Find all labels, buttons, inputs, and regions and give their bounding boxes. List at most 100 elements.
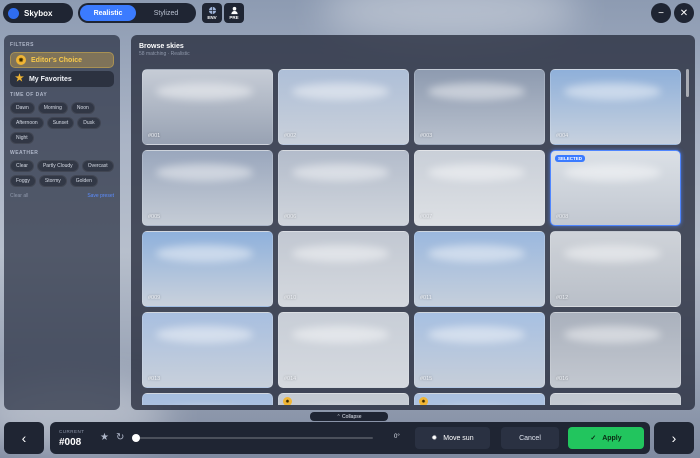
env-button[interactable]: ENV: [202, 3, 222, 23]
sky-tile[interactable]: #013: [142, 312, 273, 388]
browse-subtitle: 58 matching · Realistic: [139, 51, 190, 57]
sky-tile[interactable]: #011: [414, 231, 545, 307]
sky-tile[interactable]: #006: [278, 150, 409, 226]
weather-chip[interactable]: Clear: [10, 160, 34, 172]
clear-all-link[interactable]: Clear all: [10, 193, 28, 199]
sky-tile-label: #008: [556, 214, 569, 220]
filters-sidebar: FILTERS ✸ Editor's Choice ★ My Favorites…: [4, 35, 120, 410]
apply-button[interactable]: ✓ Apply: [568, 427, 644, 449]
time-of-day-chips: Dawn Morning Noon Afternoon Sunset Dusk Night: [10, 102, 114, 144]
time-of-day-chip[interactable]: Night: [10, 132, 34, 144]
cloud-streak: [427, 164, 525, 181]
sky-tile[interactable]: #014: [278, 312, 409, 388]
sky-tile-label: #006: [284, 214, 297, 220]
sky-tile[interactable]: #001: [142, 69, 273, 145]
cloud-streak: [155, 164, 253, 181]
sky-tile-label: #001: [148, 133, 161, 139]
weather-chip[interactable]: Stormy: [38, 175, 67, 187]
cloud-streak: [291, 164, 389, 181]
close-icon: ✕: [679, 7, 689, 19]
rotation-degrees: 0°: [394, 434, 400, 440]
cloud-streak: [291, 245, 389, 262]
mode-stylized-button[interactable]: Stylized: [138, 5, 194, 21]
sky-tile[interactable]: #016: [550, 312, 681, 388]
sky-tile[interactable]: ✸: [278, 393, 409, 405]
globe-icon: [208, 6, 216, 15]
star-icon: ★: [15, 73, 24, 84]
sky-tile[interactable]: [550, 393, 681, 405]
cloud-streak: [563, 245, 661, 262]
cancel-button[interactable]: Cancel: [501, 427, 559, 449]
badge-icon: ✸: [16, 55, 26, 65]
top-bar: Skybox Realistic Stylized ENV PRE − ✕: [0, 0, 700, 26]
sky-tile[interactable]: #002: [278, 69, 409, 145]
minimize-button[interactable]: −: [651, 3, 671, 23]
env-label: ENV: [207, 15, 217, 20]
sky-tile[interactable]: #007: [414, 150, 545, 226]
check-icon: ✓: [590, 435, 597, 442]
cloud-streak: [427, 326, 525, 343]
browse-title: Browse skies: [139, 43, 184, 50]
time-of-day-chip[interactable]: Morning: [37, 102, 68, 114]
slider-thumb[interactable]: [132, 434, 140, 442]
sky-tile[interactable]: #010: [278, 231, 409, 307]
sky-tile[interactable]: #005: [142, 150, 273, 226]
sky-tile[interactable]: #012: [550, 231, 681, 307]
chevron-right-icon: ›: [671, 430, 677, 446]
editors-choice-button[interactable]: ✸ Editor's Choice: [10, 52, 114, 68]
weather-heading: WEATHER: [10, 150, 39, 156]
time-of-day-chip[interactable]: Noon: [70, 102, 95, 114]
weather-chips: Clear Partly Cloudy Overcast Foggy Stormy Gol…: [10, 160, 114, 187]
time-of-day-heading: TIME OF DAY: [10, 92, 48, 98]
bottom-bar: CURRENT #008 ★ ↻ 0° ✹ Move sun Cancel ✓ …: [50, 422, 650, 454]
sky-tile[interactable]: #009: [142, 231, 273, 307]
time-of-day-chip[interactable]: Dusk: [77, 117, 101, 129]
filters-heading: FILTERS: [10, 42, 34, 48]
grid-scrollbar[interactable]: [686, 69, 689, 405]
time-of-day-chip[interactable]: Sunset: [46, 117, 75, 129]
collapse-button[interactable]: ⌃ Collapse: [310, 412, 388, 421]
sky-tile-label: #007: [420, 214, 433, 220]
save-preset-link[interactable]: Save preset: [87, 193, 114, 199]
sky-tile-label: #016: [556, 376, 569, 382]
next-button[interactable]: ›: [654, 422, 694, 454]
sky-tile[interactable]: #003: [414, 69, 545, 145]
previous-button[interactable]: ‹: [4, 422, 44, 454]
cloud-streak: [427, 83, 525, 100]
cloud-streak: [427, 245, 525, 262]
app-title-pill[interactable]: Skybox: [3, 3, 73, 23]
app-logo-icon: [8, 7, 19, 19]
chevron-left-icon: ‹: [21, 430, 27, 446]
sky-tile[interactable]: #004: [550, 69, 681, 145]
weather-chip[interactable]: Overcast: [81, 160, 114, 172]
weather-chip[interactable]: Golden: [69, 175, 98, 187]
sky-tile[interactable]: ✸: [414, 393, 545, 405]
sky-tile-label: #002: [284, 133, 297, 139]
reset-rotation-icon[interactable]: ↻: [116, 432, 124, 443]
cloud-streak: [155, 83, 253, 100]
rotation-slider[interactable]: [132, 434, 373, 442]
time-of-day-chip[interactable]: Afternoon: [10, 117, 44, 129]
sky-tile-label: #014: [284, 376, 297, 382]
mode-toggle: Realistic Stylized: [78, 3, 196, 23]
sky-tile[interactable]: [142, 393, 273, 405]
editors-choice-icon: ✸: [283, 397, 292, 405]
sky-tile-label: #003: [420, 133, 433, 139]
sky-tile[interactable]: #008 SELECTED: [550, 150, 681, 226]
pre-label: PRE: [229, 15, 239, 20]
mode-realistic-button[interactable]: Realistic: [80, 5, 136, 21]
editors-choice-icon: ✸: [419, 397, 428, 405]
scrollbar-thumb[interactable]: [686, 69, 689, 97]
my-favorites-button[interactable]: ★ My Favorites: [10, 71, 114, 87]
sky-tile[interactable]: #015: [414, 312, 545, 388]
time-of-day-chip[interactable]: Dawn: [10, 102, 35, 114]
weather-chip[interactable]: Foggy: [10, 175, 36, 187]
move-sun-label: Move sun: [443, 434, 474, 442]
weather-chip[interactable]: Partly Cloudy: [36, 160, 79, 172]
pre-button[interactable]: PRE: [224, 3, 244, 23]
cloud-streak: [563, 83, 661, 100]
favorite-star-icon[interactable]: ★: [100, 432, 109, 443]
sky-tile-label: #012: [556, 295, 569, 301]
close-button[interactable]: ✕: [674, 3, 694, 23]
move-sun-button[interactable]: ✹ Move sun: [415, 427, 490, 449]
